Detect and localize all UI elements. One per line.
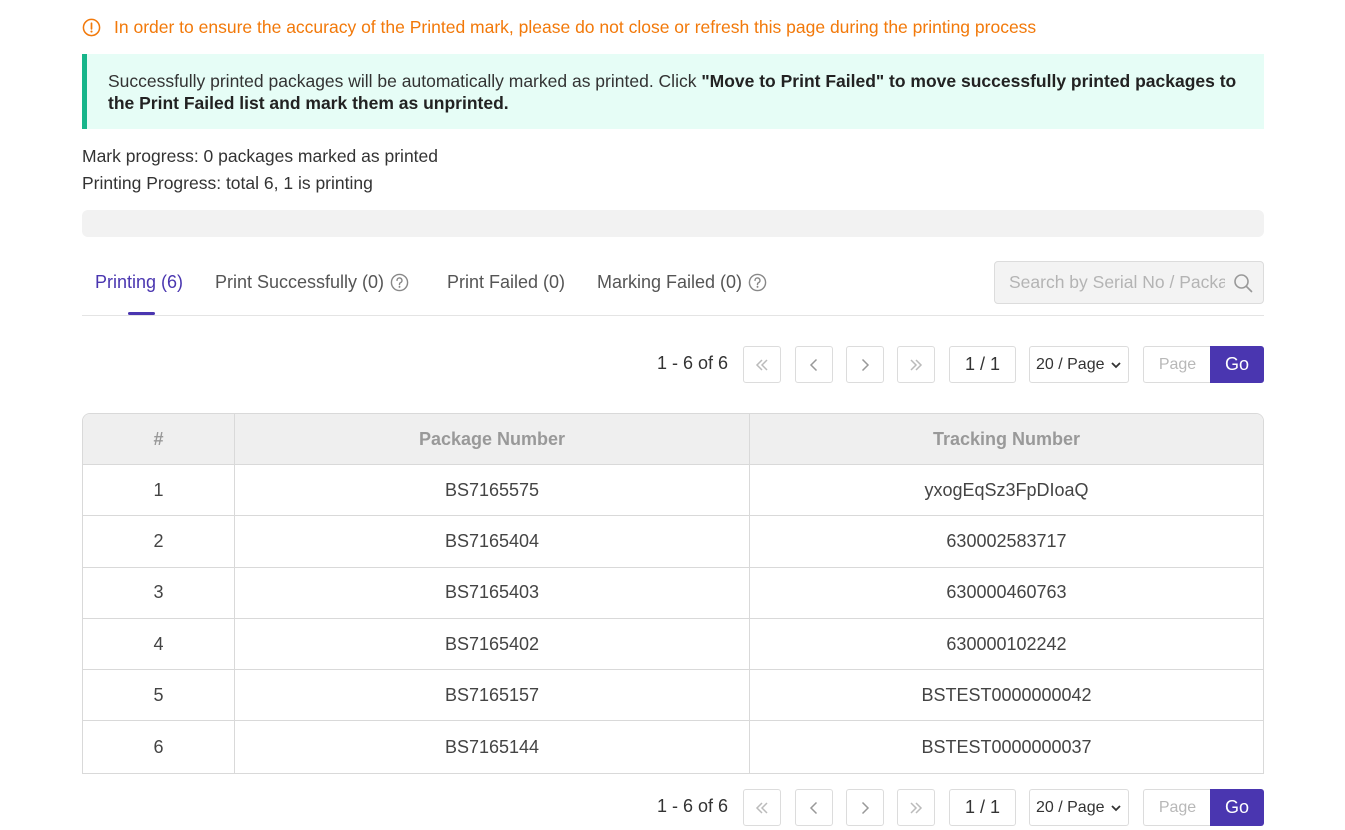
cell-tracking-number: 630000460763 bbox=[946, 582, 1067, 603]
search-icon[interactable] bbox=[1233, 273, 1253, 293]
alert-circle-icon bbox=[82, 18, 101, 36]
tab-marking-failed[interactable]: Marking Failed (0) bbox=[597, 272, 767, 293]
warning-text: In order to ensure the accuracy of the P… bbox=[114, 16, 1037, 37]
cell-index: 2 bbox=[83, 516, 235, 567]
progress-bar bbox=[82, 210, 1264, 237]
double-chevron-left-icon bbox=[755, 801, 768, 814]
column-header-tracking-number: Tracking Number bbox=[932, 428, 1081, 449]
page-size-value: 20 / Page bbox=[1036, 355, 1105, 373]
table-row: 6 BS7165144 BSTEST0000000037 bbox=[83, 721, 1263, 773]
prev-page-button[interactable] bbox=[795, 789, 833, 826]
last-page-button[interactable] bbox=[897, 346, 935, 383]
next-page-button[interactable] bbox=[846, 789, 884, 826]
help-icon[interactable] bbox=[748, 273, 767, 292]
tab-label: Print Failed (0) bbox=[447, 272, 566, 292]
next-page-button[interactable] bbox=[846, 346, 884, 383]
column-header-index: # bbox=[83, 414, 235, 464]
pagination-range: 1 - 6 of 6 bbox=[657, 353, 729, 373]
cell-tracking-number: 630000102242 bbox=[946, 633, 1067, 654]
page-indicator: 1 / 1 bbox=[949, 789, 1016, 826]
warning-message: In order to ensure the accuracy of the P… bbox=[82, 14, 1036, 40]
pagination-bottom: 1 - 6 of 6 1 / 1 20 / Page Go bbox=[0, 789, 1345, 827]
double-chevron-left-icon bbox=[755, 358, 768, 371]
chevron-left-icon bbox=[809, 801, 818, 814]
table-row: 2 BS7165404 630002583717 bbox=[83, 516, 1263, 568]
cell-tracking-number: BSTEST0000000042 bbox=[921, 684, 1092, 705]
search-box bbox=[994, 261, 1264, 304]
chevron-right-icon bbox=[861, 801, 870, 814]
go-button[interactable]: Go bbox=[1210, 346, 1264, 383]
page-indicator: 1 / 1 bbox=[949, 346, 1016, 383]
last-page-button[interactable] bbox=[897, 789, 935, 826]
cell-index: 1 bbox=[83, 465, 235, 516]
first-page-button[interactable] bbox=[743, 789, 781, 826]
pagination-top: 1 - 6 of 6 1 / 1 20 / Page Go bbox=[0, 346, 1345, 384]
chevron-left-icon bbox=[809, 358, 818, 371]
page-size-value: 20 / Page bbox=[1036, 798, 1105, 816]
tab-print-failed[interactable]: Print Failed (0) bbox=[447, 272, 565, 293]
chevron-down-icon bbox=[1110, 361, 1121, 368]
double-chevron-right-icon bbox=[910, 801, 923, 814]
cell-package-number: BS7165575 bbox=[235, 465, 750, 516]
double-chevron-right-icon bbox=[910, 358, 923, 371]
table-header: # Package Number Tracking Number bbox=[83, 414, 1263, 465]
tab-printing[interactable]: Printing (6) bbox=[95, 272, 183, 293]
mark-progress-text: Mark progress: 0 packages marked as prin… bbox=[82, 146, 438, 166]
table-row: 5 BS7165157 BSTEST0000000042 bbox=[83, 670, 1263, 722]
cell-package-number: BS7165404 bbox=[235, 516, 750, 567]
cell-tracking-number: yxogEqSz3FpDIoaQ bbox=[924, 479, 1089, 500]
cell-index: 3 bbox=[83, 567, 235, 618]
pagination-range: 1 - 6 of 6 bbox=[657, 796, 729, 816]
printing-progress-text: Printing Progress: total 6, 1 is printin… bbox=[82, 173, 373, 193]
info-text: Successfully printed packages will be au… bbox=[108, 71, 702, 91]
chevron-right-icon bbox=[861, 358, 870, 371]
cell-tracking-number: 630002583717 bbox=[946, 530, 1067, 551]
column-header-package-number: Package Number bbox=[235, 414, 750, 464]
table-row: 4 BS7165402 630000102242 bbox=[83, 618, 1263, 671]
cell-index: 4 bbox=[83, 618, 235, 670]
cell-package-number: BS7165144 bbox=[235, 721, 750, 773]
chevron-down-icon bbox=[1110, 804, 1121, 811]
active-tab-indicator bbox=[128, 312, 155, 315]
cell-index: 5 bbox=[83, 670, 235, 721]
table-row: 1 BS7165575 yxogEqSz3FpDIoaQ bbox=[83, 465, 1263, 517]
packages-table: # Package Number Tracking Number 1 BS716… bbox=[82, 413, 1264, 774]
table-row: 3 BS7165403 630000460763 bbox=[83, 567, 1263, 619]
page-jump-input[interactable] bbox=[1143, 789, 1211, 826]
cell-tracking-number: BSTEST0000000037 bbox=[921, 736, 1092, 757]
first-page-button[interactable] bbox=[743, 346, 781, 383]
page-size-select[interactable]: 20 / Page bbox=[1029, 346, 1129, 383]
tab-label: Print Successfully (0) bbox=[215, 272, 385, 292]
tab-label: Marking Failed (0) bbox=[597, 272, 743, 292]
tab-label: Printing (6) bbox=[95, 272, 184, 292]
page-jump-input[interactable] bbox=[1143, 346, 1211, 383]
prev-page-button[interactable] bbox=[795, 346, 833, 383]
cell-package-number: BS7165157 bbox=[235, 670, 750, 721]
cell-index: 6 bbox=[83, 721, 235, 773]
help-icon[interactable] bbox=[390, 273, 409, 292]
page-size-select[interactable]: 20 / Page bbox=[1029, 789, 1129, 826]
cell-package-number: BS7165403 bbox=[235, 567, 750, 618]
cell-package-number: BS7165402 bbox=[235, 618, 750, 670]
tab-print-successfully[interactable]: Print Successfully (0) bbox=[215, 272, 409, 293]
search-input[interactable] bbox=[995, 262, 1225, 303]
go-button[interactable]: Go bbox=[1210, 789, 1264, 826]
info-banner: Successfully printed packages will be au… bbox=[82, 54, 1264, 129]
